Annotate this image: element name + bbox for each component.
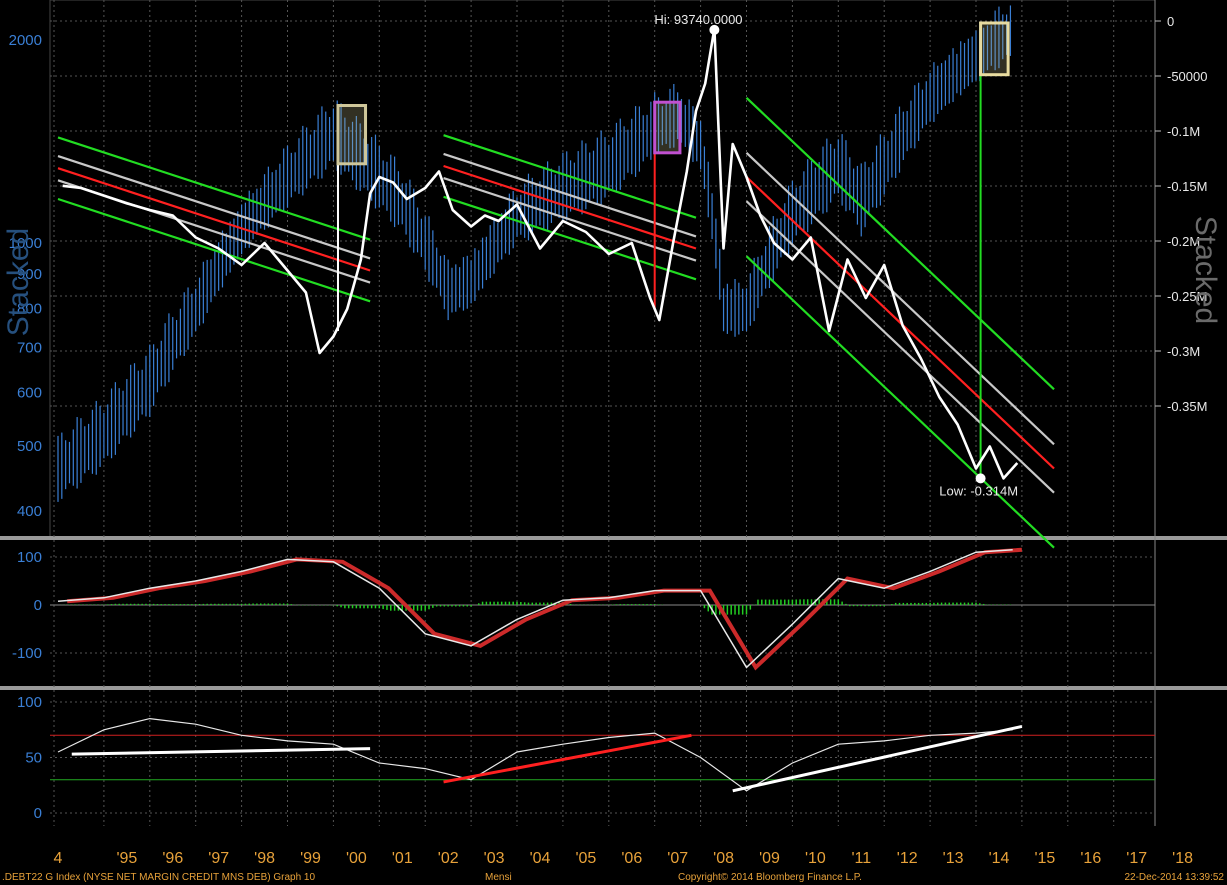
bottom-tick-label: 50: [25, 750, 42, 767]
mid-tick-label: -100: [12, 645, 42, 662]
panel-divider-bottom: [0, 686, 1227, 690]
channel-line: [443, 195, 697, 281]
main-panel-frame: [49, 0, 1156, 539]
right-tick-label: -50000: [1167, 69, 1207, 84]
x-tick-label: '14: [989, 850, 1010, 867]
x-tick-label: '02: [438, 850, 459, 867]
right-axis-title: Stacked: [1189, 216, 1222, 324]
footer-left: .DEBT22 G Index (NYSE NET MARGIN CREDIT …: [2, 872, 315, 883]
left-tick-label: 600: [17, 385, 42, 402]
right-tick-label: -0.35M: [1167, 399, 1207, 414]
bottom-trendline-1: [71, 747, 371, 756]
x-tick-label: '07: [667, 850, 688, 867]
x-tick-label: '12: [897, 850, 918, 867]
x-tick-label: '95: [116, 850, 137, 867]
highlight-box-2000: [336, 104, 368, 166]
x-tick-label: '11: [851, 850, 871, 867]
x-tick-label: '15: [1034, 850, 1055, 867]
left-axis-title: Stacked: [2, 228, 35, 336]
x-tick-label: '01: [392, 850, 413, 867]
channel-line: [57, 136, 371, 241]
x-tick-label: '99: [300, 850, 321, 867]
x-tick-label: '06: [621, 850, 642, 867]
channel-1: [57, 136, 371, 303]
bottom-tick-label: 0: [34, 805, 42, 822]
x-tick-label: '97: [208, 850, 229, 867]
x-tick-label: '13: [943, 850, 964, 867]
x-tick-label: '00: [346, 850, 367, 867]
trend-line: [57, 167, 371, 272]
bottom-trendline-3: [732, 724, 1023, 793]
x-tick-label: '08: [713, 850, 734, 867]
right-tick-label: 0: [1167, 14, 1174, 29]
x-tick-label: '09: [759, 850, 780, 867]
footer-date: 22-Dec-2014 13:39:52: [1124, 872, 1224, 883]
mid-main-line: [57, 549, 1013, 669]
highlight-box-2007: [653, 100, 682, 155]
x-tick-label: 4: [54, 850, 63, 867]
footer-right: Copyright© 2014 Bloomberg Finance L.P.: [678, 872, 862, 883]
x-tick-label: '18: [1172, 850, 1193, 867]
trend-line: [443, 164, 697, 250]
oscillator-line: [62, 27, 1019, 480]
channel-2: [443, 134, 697, 281]
band-line: [57, 155, 371, 260]
trend-line: [745, 176, 1055, 470]
bottom-trendline-2: [443, 733, 692, 784]
mid-tick-label: 100: [17, 549, 42, 566]
x-tick-label: '04: [530, 850, 551, 867]
mid-tick-label: 0: [34, 597, 42, 614]
left-tick-label: 400: [17, 503, 42, 520]
bottom-tick-label: 100: [17, 694, 42, 711]
right-tick-label: -0.1M: [1167, 124, 1200, 139]
low-label: Low: -0.314M: [939, 483, 1018, 498]
x-tick-label: '05: [575, 850, 596, 867]
low-marker: [975, 473, 986, 484]
high-label: Hi: 93740.0000: [654, 12, 742, 27]
chart-stage: 0.1M500000-50000-0.1M-0.15M-0.2M-0.25M-0…: [0, 0, 1227, 885]
x-tick-label: '96: [162, 850, 183, 867]
left-tick-label: 700: [17, 339, 42, 356]
x-tick-label: '16: [1080, 850, 1101, 867]
channel-line: [57, 197, 371, 303]
price-series: [57, 5, 1012, 502]
x-tick-label: '17: [1126, 850, 1147, 867]
x-tick-label: '03: [484, 850, 505, 867]
right-tick-label: -0.15M: [1167, 179, 1207, 194]
x-tick-label: '98: [254, 850, 275, 867]
left-tick-label: 2000: [9, 32, 42, 49]
footer-middle: Mensi: [485, 872, 512, 883]
highlight-box-2014: [979, 21, 1010, 77]
left-tick-label: 500: [17, 438, 42, 455]
chart-svg: 0.1M500000-50000-0.1M-0.15M-0.2M-0.25M-0…: [0, 0, 1227, 883]
x-tick-label: '10: [805, 850, 826, 867]
right-tick-label: -0.3M: [1167, 344, 1200, 359]
